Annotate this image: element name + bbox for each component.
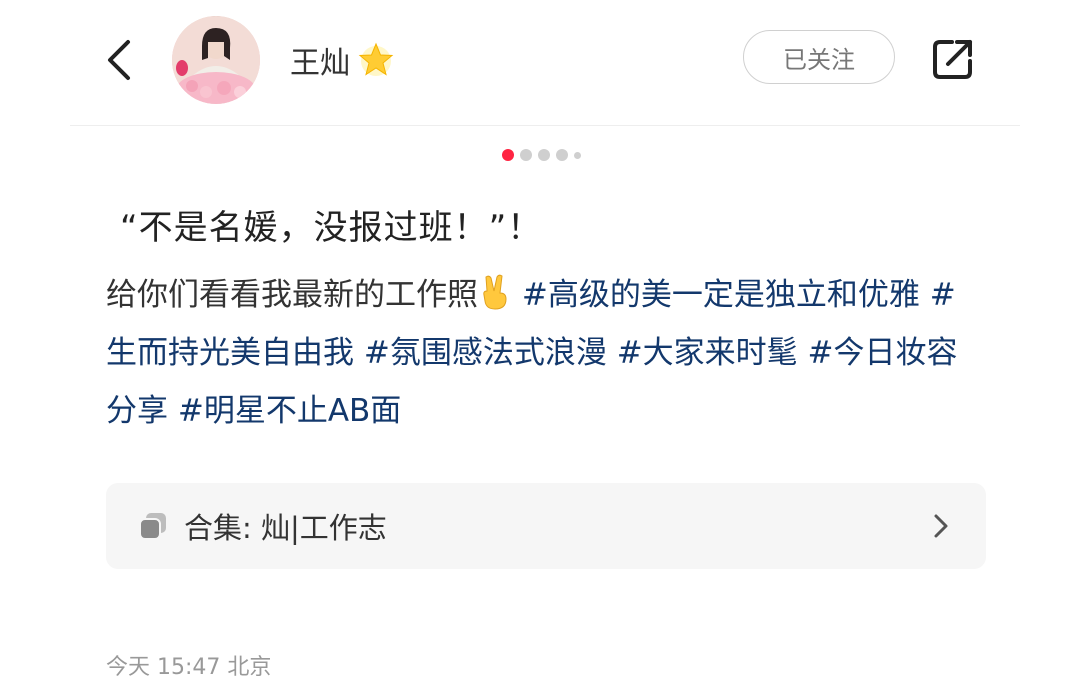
hashtag-link[interactable]: #氛围感法式浪漫 [364,335,607,371]
share-icon[interactable] [930,36,976,82]
follow-button[interactable]: 已关注 [743,30,895,84]
collection-link[interactable]: 合集: 灿|工作志 [106,483,986,569]
carousel-indicator [502,149,581,161]
collection-icon [139,513,166,540]
carousel-dot [574,151,581,159]
header-divider [70,125,1020,126]
carousel-dot [520,149,532,161]
chevron-right-icon [934,514,948,538]
hashtag-link[interactable]: #明星不止AB面 [178,393,401,429]
hashtag-link[interactable]: #高级的美一定是独立和优雅 [522,277,920,313]
username[interactable]: 王灿 [290,38,396,82]
post-timestamp-location: 今天 15:47 北京 [106,655,272,680]
post-body-text: 给你们看看我最新的工作照 [106,277,478,313]
carousel-dot [556,149,568,161]
victory-hand-emoji-icon [483,274,507,310]
star-badge-icon [358,42,394,76]
hashtag-link[interactable]: #大家来时髦 [617,335,798,371]
carousel-dot-active [502,149,514,161]
collection-label: 合集: 灿|工作志 [184,511,387,545]
avatar[interactable] [172,16,260,104]
post-body: 给你们看看我最新的工作照 #高级的美一定是独立和优雅 #生而持光美自由我 #氛围… [106,266,986,440]
back-arrow-icon[interactable] [100,36,140,84]
carousel-dot [538,149,550,161]
post-title: “不是名媛，没报过班！”！ [120,208,543,248]
